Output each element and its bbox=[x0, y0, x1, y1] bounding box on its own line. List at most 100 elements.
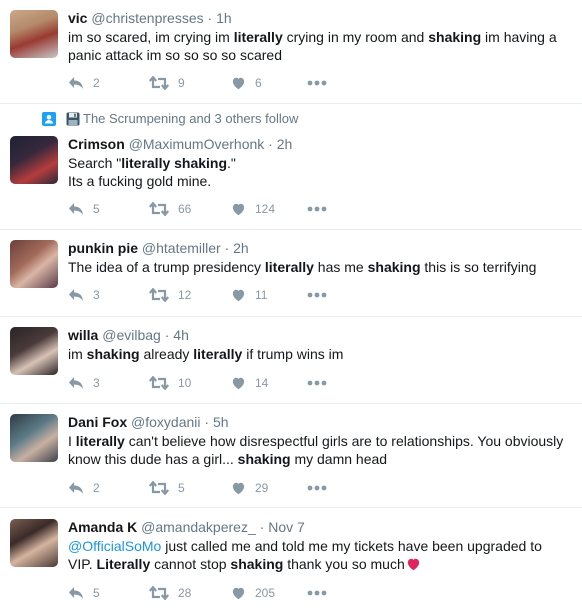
keyword: literally bbox=[75, 433, 125, 449]
reply-icon bbox=[68, 202, 84, 216]
display-name[interactable]: Dani Fox bbox=[68, 414, 127, 430]
like-count: 205 bbox=[255, 586, 276, 600]
more-button[interactable] bbox=[307, 74, 327, 92]
more-icon bbox=[307, 380, 327, 386]
more-button[interactable] bbox=[307, 200, 327, 218]
text-segment: im so scared, im crying im bbox=[68, 29, 234, 45]
more-button[interactable] bbox=[307, 479, 327, 497]
tweet[interactable]: Amanda K @amandakperez_ · Nov 7 @Officia… bbox=[0, 508, 582, 608]
heart-icon bbox=[231, 76, 246, 90]
avatar[interactable] bbox=[10, 10, 58, 58]
separator-dot: · bbox=[164, 327, 170, 343]
retweet-button[interactable]: 28 bbox=[149, 584, 191, 602]
separator-dot: · bbox=[224, 240, 230, 256]
tweet[interactable]: willa @evilbag · 4h im shaking already l… bbox=[0, 317, 582, 404]
tweet[interactable]: punkin pie @htatemiller · 2h The idea of… bbox=[0, 230, 582, 317]
retweet-button[interactable]: 5 bbox=[149, 479, 185, 497]
like-button[interactable]: 205 bbox=[231, 584, 275, 602]
display-name[interactable]: Crimson bbox=[68, 136, 125, 152]
keyword: shaking bbox=[367, 259, 421, 275]
retweet-count: 10 bbox=[178, 376, 192, 390]
timestamp[interactable]: Nov 7 bbox=[268, 519, 305, 535]
reply-button[interactable]: 3 bbox=[68, 286, 100, 304]
reply-count: 5 bbox=[93, 586, 100, 600]
tweet-text-line: im shaking already literally if trump wi… bbox=[68, 345, 574, 363]
tweet[interactable]: The Scrumpening and 3 others follow Crim… bbox=[0, 104, 582, 230]
keyword: literally bbox=[233, 29, 283, 45]
keyword: literally shaking bbox=[121, 155, 228, 171]
reply-button[interactable]: 2 bbox=[68, 479, 100, 497]
like-button[interactable]: 6 bbox=[231, 74, 262, 92]
separator-dot: · bbox=[268, 136, 273, 152]
text-segment: cannot stop bbox=[150, 556, 231, 572]
heart-icon bbox=[231, 481, 246, 495]
retweet-count: 66 bbox=[178, 202, 192, 216]
username[interactable]: @foxydanii bbox=[131, 414, 200, 430]
display-name[interactable]: punkin pie bbox=[68, 240, 138, 256]
timestamp[interactable]: 2h bbox=[277, 136, 293, 152]
username[interactable]: @amandakperez_ bbox=[141, 519, 256, 535]
text-segment: if trump wins im bbox=[242, 346, 344, 362]
avatar[interactable] bbox=[10, 136, 58, 184]
text-segment: thank you so much bbox=[283, 556, 405, 572]
keyword: literally bbox=[193, 346, 243, 362]
tweet[interactable]: Dani Fox @foxydanii · 5h I literally can… bbox=[0, 404, 582, 508]
retweet-button[interactable]: 10 bbox=[149, 374, 191, 392]
avatar[interactable] bbox=[10, 414, 58, 462]
tweet-text: im so scared, im crying im literally cry… bbox=[68, 28, 574, 64]
avatar[interactable] bbox=[10, 519, 58, 567]
more-button[interactable] bbox=[307, 584, 327, 602]
timestamp[interactable]: 5h bbox=[213, 414, 229, 430]
social-context[interactable]: The Scrumpening and 3 others follow bbox=[42, 111, 298, 126]
timestamp[interactable]: 2h bbox=[233, 240, 249, 256]
keyword: shaking bbox=[230, 556, 284, 572]
text-segment: Search " bbox=[68, 155, 122, 171]
like-button[interactable]: 14 bbox=[231, 374, 268, 392]
like-button[interactable]: 124 bbox=[231, 200, 275, 218]
retweet-button[interactable]: 12 bbox=[149, 286, 191, 304]
timestamp[interactable]: 1h bbox=[216, 10, 232, 26]
username[interactable]: @htatemiller bbox=[142, 240, 221, 256]
text-segment: I bbox=[68, 433, 76, 449]
tweet-text-line: @OfficialSoMo just called me and told me… bbox=[68, 537, 574, 555]
text-segment: im bbox=[68, 346, 87, 362]
social-context-text: The Scrumpening and 3 others follow bbox=[83, 111, 299, 126]
reply-button[interactable]: 3 bbox=[68, 374, 100, 392]
retweet-button[interactable]: 9 bbox=[149, 74, 185, 92]
tweet-text: The idea of a trump presidency literally… bbox=[68, 258, 574, 276]
like-count: 14 bbox=[255, 376, 269, 390]
more-icon bbox=[307, 80, 327, 86]
text-segment: just called me and told me my tickets ha… bbox=[161, 538, 542, 554]
tweet[interactable]: vic @christenpresses · 1h im so scared, … bbox=[0, 0, 582, 104]
like-button[interactable]: 11 bbox=[231, 286, 267, 304]
reply-icon bbox=[68, 288, 84, 302]
reply-button[interactable]: 5 bbox=[68, 200, 100, 218]
username[interactable]: @evilbag bbox=[102, 327, 161, 343]
username[interactable]: @MaximumOverhonk bbox=[129, 136, 265, 152]
timestamp[interactable]: 4h bbox=[173, 327, 189, 343]
reply-count: 2 bbox=[93, 481, 100, 495]
mention-link[interactable]: @OfficialSoMo bbox=[68, 538, 161, 554]
like-button[interactable]: 29 bbox=[231, 479, 268, 497]
tweet-header: vic @christenpresses · 1h bbox=[68, 10, 232, 26]
tweet-text-line: panic attack im so so so so scared bbox=[68, 46, 574, 64]
reply-button[interactable]: 5 bbox=[68, 584, 100, 602]
heart-icon bbox=[231, 202, 246, 216]
tweet-text: I literally can't believe how disrespect… bbox=[68, 432, 574, 468]
avatar[interactable] bbox=[10, 240, 58, 288]
retweet-count: 5 bbox=[178, 481, 185, 495]
reply-button[interactable]: 2 bbox=[68, 74, 100, 92]
username[interactable]: @christenpresses bbox=[91, 10, 203, 26]
retweet-button[interactable]: 66 bbox=[149, 200, 191, 218]
more-button[interactable] bbox=[307, 286, 327, 304]
like-count: 29 bbox=[255, 481, 269, 495]
more-button[interactable] bbox=[307, 374, 327, 392]
display-name[interactable]: vic bbox=[68, 10, 87, 26]
avatar[interactable] bbox=[10, 327, 58, 375]
display-name[interactable]: Amanda K bbox=[68, 519, 137, 535]
reply-count: 3 bbox=[93, 288, 100, 302]
tweet-header: Dani Fox @foxydanii · 5h bbox=[68, 414, 229, 430]
keyword: Literally bbox=[96, 556, 151, 572]
display-name[interactable]: willa bbox=[68, 327, 98, 343]
text-segment: already bbox=[139, 346, 194, 362]
